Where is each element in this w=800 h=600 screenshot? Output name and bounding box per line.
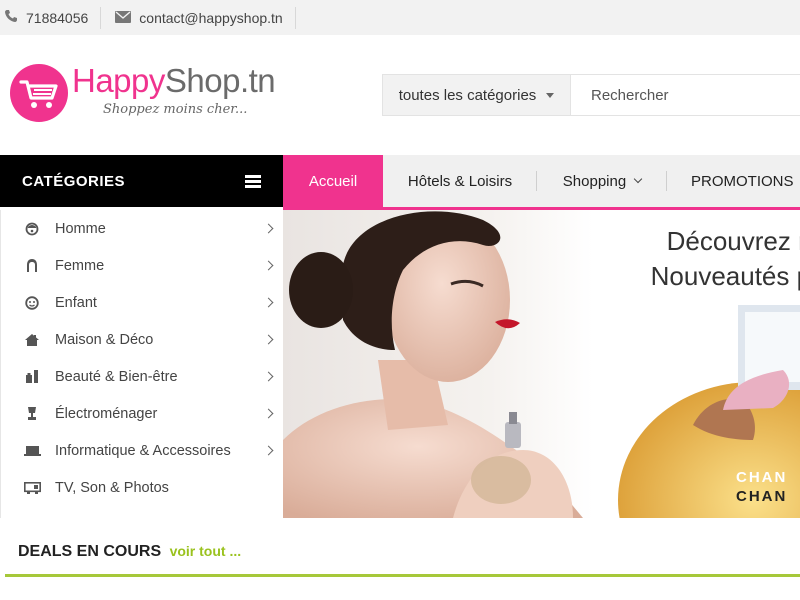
- promo-banner[interactable]: Découvrez nos Nouveautés pou CHAN CHAN: [283, 210, 800, 518]
- tab-shopping[interactable]: Shopping: [537, 155, 667, 207]
- caret-down-icon: [546, 92, 555, 98]
- man-icon: [22, 219, 42, 239]
- woman-icon: [22, 256, 42, 276]
- site-logo[interactable]: HappyShop.tn Shoppez moins cher...: [8, 60, 298, 126]
- category-select[interactable]: toutes les catégories: [383, 75, 571, 115]
- chevron-right-icon: [263, 297, 274, 308]
- phone-icon: [4, 9, 26, 26]
- email-address: contact@happyshop.tn: [139, 9, 283, 26]
- tab-promotions[interactable]: PROMOTIONS: [667, 155, 794, 207]
- category-sidebar: Homme Femme Enfant Maison & Déco Beauté …: [0, 210, 283, 518]
- categories-title: CATÉGORIES: [22, 172, 126, 190]
- sidebar-item-beaute[interactable]: Beauté & Bien-être: [1, 358, 284, 395]
- tv-icon: [22, 478, 42, 498]
- deals-title: DEALS EN COURS: [18, 543, 162, 560]
- appliance-icon: [22, 404, 42, 424]
- tab-accueil[interactable]: Accueil: [283, 155, 383, 207]
- logo-wordmark: HappyShop.tn: [72, 62, 276, 99]
- sidebar-item-informatique[interactable]: Informatique & Accessoires: [1, 432, 284, 469]
- sidebar-item-femme[interactable]: Femme: [1, 247, 284, 284]
- sidebar-item-tv-son-photos[interactable]: TV, Son & Photos: [1, 469, 284, 506]
- main-nav: CATÉGORIES Accueil Hôtels & Loisirs Shop…: [0, 155, 800, 207]
- banner-headline: Découvrez nos Nouveautés pou: [650, 226, 800, 291]
- chevron-right-icon: [263, 408, 274, 419]
- sidebar-item-homme[interactable]: Homme: [1, 210, 284, 247]
- envelope-icon: [115, 10, 139, 26]
- phone-number: 71884056: [26, 9, 89, 26]
- phone-contact[interactable]: 71884056: [0, 6, 102, 29]
- sidebar-item-enfant[interactable]: Enfant: [1, 284, 284, 321]
- email-contact[interactable]: contact@happyshop.tn: [101, 6, 296, 29]
- search-input[interactable]: [571, 75, 800, 115]
- see-all-link[interactable]: voir tout ...: [170, 543, 242, 559]
- laptop-icon: [22, 441, 42, 461]
- house-icon: [22, 330, 42, 350]
- chevron-right-icon: [263, 223, 274, 234]
- sidebar-item-maison-deco[interactable]: Maison & Déco: [1, 321, 284, 358]
- search-bar: toutes les catégories: [382, 74, 800, 116]
- deals-underline: [5, 574, 800, 577]
- child-icon: [22, 293, 42, 313]
- sidebar-item-electromenager[interactable]: Électroménager: [1, 395, 284, 432]
- deals-heading: DEALS EN COURS voir tout ...: [18, 543, 241, 561]
- categories-menu-toggle[interactable]: CATÉGORIES: [0, 155, 283, 207]
- tab-hotels-loisirs[interactable]: Hôtels & Loisirs: [383, 155, 537, 207]
- hamburger-icon: [245, 174, 261, 188]
- perfume-icon: [22, 367, 42, 387]
- banner-brand-label: CHAN CHAN: [736, 469, 788, 505]
- chevron-down-icon: [633, 174, 643, 184]
- shopping-cart-icon: [8, 62, 70, 129]
- chevron-right-icon: [263, 445, 274, 456]
- top-contact-bar: 71884056 contact@happyshop.tn: [0, 0, 800, 35]
- chevron-right-icon: [263, 371, 274, 382]
- chevron-right-icon: [263, 334, 274, 345]
- chevron-right-icon: [263, 260, 274, 271]
- logo-tagline: Shoppez moins cher...: [103, 102, 248, 117]
